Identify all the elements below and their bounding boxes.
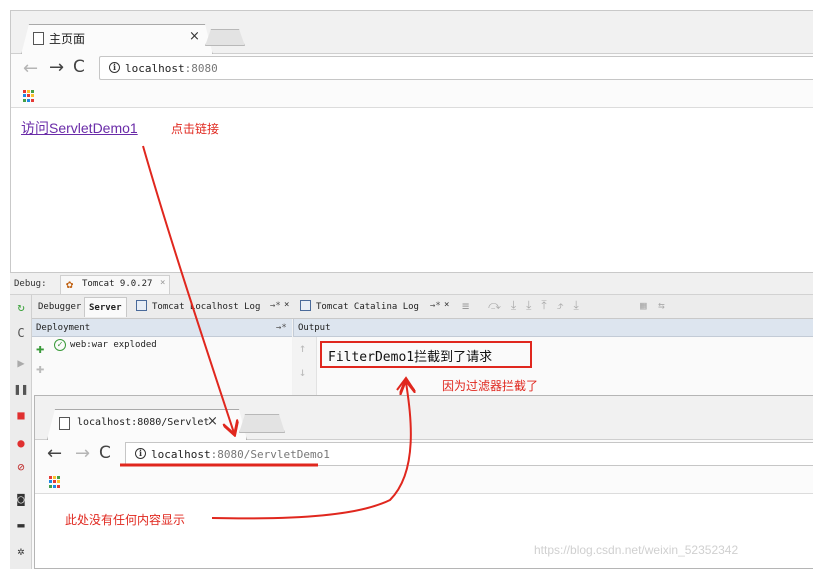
arrow-to-output [211, 382, 411, 520]
watermark: https://blog.csdn.net/weixin_52352342 [534, 543, 739, 557]
arrow-to-request [142, 145, 234, 433]
annotation-overlay [120, 145, 813, 520]
